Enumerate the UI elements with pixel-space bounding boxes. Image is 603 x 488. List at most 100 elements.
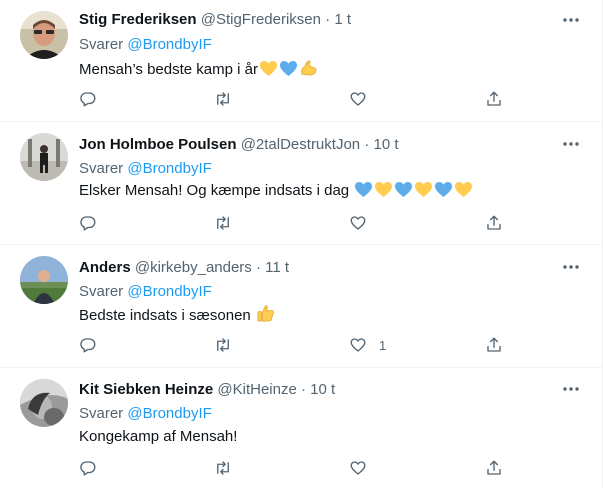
blue-heart-icon bbox=[434, 181, 453, 204]
retweet-icon bbox=[217, 338, 229, 352]
like-button[interactable] bbox=[349, 458, 379, 478]
like-button[interactable]: 1 bbox=[349, 335, 386, 355]
reply-feed: Stig Frederiksen @StigFrederiksen · 1 t … bbox=[0, 0, 603, 488]
tweet-text-content: Kongekamp af Mensah! bbox=[79, 428, 238, 445]
retweet-button[interactable] bbox=[214, 89, 232, 109]
tweet-actions bbox=[79, 213, 509, 233]
reply-icon bbox=[80, 92, 96, 107]
tweet-header: Jon Holmboe Poulsen @2talDestruktJon · 1… bbox=[79, 135, 399, 155]
mention-link[interactable]: @BrondbyIF bbox=[127, 160, 211, 177]
user-handle[interactable]: @2talDestruktJon bbox=[241, 136, 360, 153]
separator-dot: · bbox=[255, 259, 261, 276]
separator-dot: · bbox=[364, 136, 370, 153]
share-button[interactable] bbox=[485, 335, 503, 355]
tweet-text: Bedste indsats i sæsonen bbox=[79, 304, 275, 329]
tweet[interactable]: Kit Siebken Heinze @KitHeinze · 10 t Sva… bbox=[0, 368, 603, 488]
more-icon[interactable] bbox=[561, 134, 581, 154]
tweet-actions bbox=[79, 458, 509, 478]
tweet-text-content: Mensah’s bedste kamp i år bbox=[79, 61, 258, 78]
yellow-heart-icon bbox=[454, 181, 473, 204]
retweet-button[interactable] bbox=[214, 335, 232, 355]
heart-icon bbox=[350, 216, 366, 230]
blue-heart-icon bbox=[354, 181, 373, 204]
display-name[interactable]: Anders bbox=[79, 259, 131, 276]
user-handle[interactable]: @kirkeby_anders bbox=[135, 259, 252, 276]
retweet-icon bbox=[217, 461, 229, 475]
timestamp[interactable]: 1 t bbox=[334, 11, 351, 28]
yellow-heart-icon bbox=[259, 60, 278, 83]
replying-prefix: Svarer bbox=[79, 405, 124, 422]
blue-heart-icon bbox=[394, 181, 413, 204]
replying-prefix: Svarer bbox=[79, 36, 124, 53]
tweet-text-content: Elsker Mensah! Og kæmpe indsats i dag bbox=[79, 182, 350, 199]
replying-to: Svarer @BrondbyIF bbox=[79, 404, 212, 424]
retweet-button[interactable] bbox=[214, 458, 232, 478]
reply-button[interactable] bbox=[79, 89, 97, 109]
share-button[interactable] bbox=[485, 213, 503, 233]
reply-icon bbox=[80, 461, 96, 476]
retweet-icon bbox=[217, 92, 229, 106]
flexed-biceps-icon bbox=[299, 58, 318, 83]
blue-heart-icon bbox=[279, 60, 298, 83]
reply-icon bbox=[80, 338, 96, 353]
tweet-actions: 1 bbox=[79, 335, 509, 355]
replying-to: Svarer @BrondbyIF bbox=[79, 35, 212, 55]
thumbs-up-icon bbox=[256, 304, 275, 329]
reply-button[interactable] bbox=[79, 213, 97, 233]
user-handle[interactable]: @KitHeinze bbox=[217, 381, 296, 398]
tweet-actions bbox=[79, 89, 509, 109]
heart-icon bbox=[350, 461, 366, 475]
tweet[interactable]: Jon Holmboe Poulsen @2talDestruktJon · 1… bbox=[0, 122, 603, 245]
more-icon[interactable] bbox=[561, 10, 581, 30]
retweet-icon bbox=[217, 216, 229, 230]
share-icon bbox=[487, 215, 501, 230]
mention-link[interactable]: @BrondbyIF bbox=[127, 405, 211, 422]
share-icon bbox=[487, 91, 501, 106]
heart-icon bbox=[350, 338, 366, 352]
timestamp[interactable]: 10 t bbox=[310, 381, 335, 398]
yellow-heart-icon bbox=[414, 181, 433, 204]
display-name[interactable]: Jon Holmboe Poulsen bbox=[79, 136, 237, 153]
more-icon[interactable] bbox=[561, 379, 581, 399]
replying-prefix: Svarer bbox=[79, 283, 124, 300]
user-handle[interactable]: @StigFrederiksen bbox=[201, 11, 321, 28]
reply-icon bbox=[80, 216, 96, 231]
like-button[interactable] bbox=[349, 89, 379, 109]
retweet-button[interactable] bbox=[214, 213, 232, 233]
tweet[interactable]: Stig Frederiksen @StigFrederiksen · 1 t … bbox=[0, 0, 603, 122]
like-count: 1 bbox=[379, 337, 387, 353]
replying-to: Svarer @BrondbyIF bbox=[79, 159, 212, 179]
share-icon bbox=[487, 460, 501, 475]
tweet-text: Elsker Mensah! Og kæmpe indsats i dag bbox=[79, 181, 473, 204]
share-button[interactable] bbox=[485, 458, 503, 478]
avatar[interactable] bbox=[20, 379, 68, 427]
separator-dot: · bbox=[300, 381, 306, 398]
replying-prefix: Svarer bbox=[79, 160, 124, 177]
timestamp[interactable]: 11 t bbox=[265, 259, 289, 276]
mention-link[interactable]: @BrondbyIF bbox=[127, 36, 211, 53]
more-icon[interactable] bbox=[561, 257, 581, 277]
avatar[interactable] bbox=[20, 11, 68, 59]
yellow-heart-icon bbox=[374, 181, 393, 204]
like-button[interactable] bbox=[349, 213, 379, 233]
tweet-text: Mensah’s bedste kamp i år bbox=[79, 58, 318, 83]
display-name[interactable]: Stig Frederiksen bbox=[79, 11, 197, 28]
tweet-header: Kit Siebken Heinze @KitHeinze · 10 t bbox=[79, 380, 335, 400]
avatar[interactable] bbox=[20, 133, 68, 181]
mention-link[interactable]: @BrondbyIF bbox=[127, 283, 211, 300]
heart-icon bbox=[350, 92, 366, 106]
tweet-header: Anders @kirkeby_anders · 11 t bbox=[79, 258, 289, 278]
tweet-header: Stig Frederiksen @StigFrederiksen · 1 t bbox=[79, 10, 351, 30]
reply-button[interactable] bbox=[79, 458, 97, 478]
tweet-text: Kongekamp af Mensah! bbox=[79, 427, 237, 447]
timestamp[interactable]: 10 t bbox=[373, 136, 398, 153]
replying-to: Svarer @BrondbyIF bbox=[79, 282, 212, 302]
display-name[interactable]: Kit Siebken Heinze bbox=[79, 381, 213, 398]
separator-dot: · bbox=[325, 11, 331, 28]
tweet[interactable]: Anders @kirkeby_anders · 11 t Svarer @Br… bbox=[0, 245, 603, 368]
avatar[interactable] bbox=[20, 256, 68, 304]
share-icon bbox=[487, 337, 501, 352]
tweet-text-content: Bedste indsats i sæsonen bbox=[79, 307, 251, 324]
reply-button[interactable] bbox=[79, 335, 97, 355]
share-button[interactable] bbox=[485, 89, 503, 109]
